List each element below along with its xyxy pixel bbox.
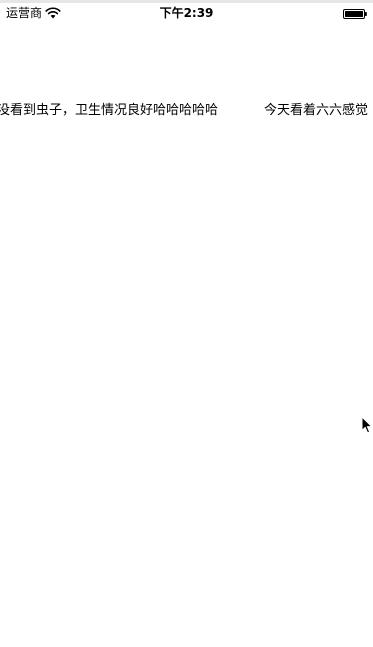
scrolling-text-banner: 没看到虫子，卫生情况良好哈哈哈哈哈 今天看着六六感觉: [0, 100, 373, 122]
status-time: 下午2:39: [159, 6, 214, 20]
marquee-item: 没看到虫子，卫生情况良好哈哈哈哈哈: [0, 103, 219, 118]
mouse-pointer-icon: [361, 416, 373, 434]
battery-icon: [343, 9, 367, 19]
app-screen: 运营商 下午2:39 没看到虫子，卫生情况良好哈哈哈哈哈 今天看着六六感觉: [0, 0, 373, 647]
marquee-item: 今天看着六六感觉: [264, 103, 369, 118]
status-bar: 运营商 下午2:39: [0, 3, 373, 23]
